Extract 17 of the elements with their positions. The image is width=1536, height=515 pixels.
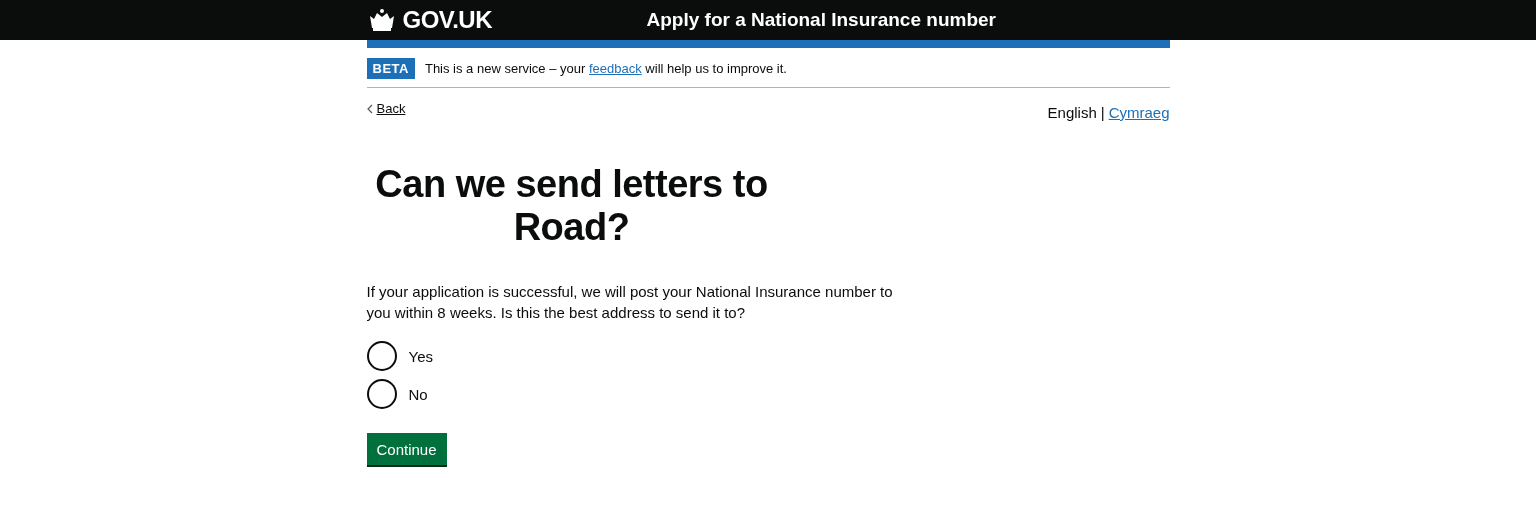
continue-button[interactable]: Continue — [366, 433, 447, 465]
language-link[interactable]: English — [1047, 104, 1097, 121]
page-heading: Can we send letters to Road? — [374, 163, 769, 249]
govuk-logo[interactable]: GOV.UK — [402, 6, 492, 34]
service-name[interactable]: Apply for a National Insurance number — [646, 9, 996, 31]
language-link[interactable]: Cymraeg — [1108, 104, 1170, 121]
hint-text: If your application is successful, we will post your National Insurance number to you within 8 weeks. Is this the best address to send it to? — [366, 282, 894, 323]
radio-button[interactable] — [366, 341, 397, 371]
banner-text: This is a new service – your feedback will help us to improve it. — [424, 61, 787, 76]
radio-label[interactable]: No — [408, 385, 428, 403]
radio-label[interactable]: Yes — [408, 347, 433, 365]
chevron-icon — [366, 103, 373, 114]
back-link[interactable]: Back — [366, 101, 406, 116]
feedback-link[interactable]: feedback — [588, 61, 642, 76]
language-separator: | — [1100, 104, 1105, 121]
radio-button[interactable] — [366, 379, 397, 409]
phase-tag: BETA — [366, 58, 415, 79]
